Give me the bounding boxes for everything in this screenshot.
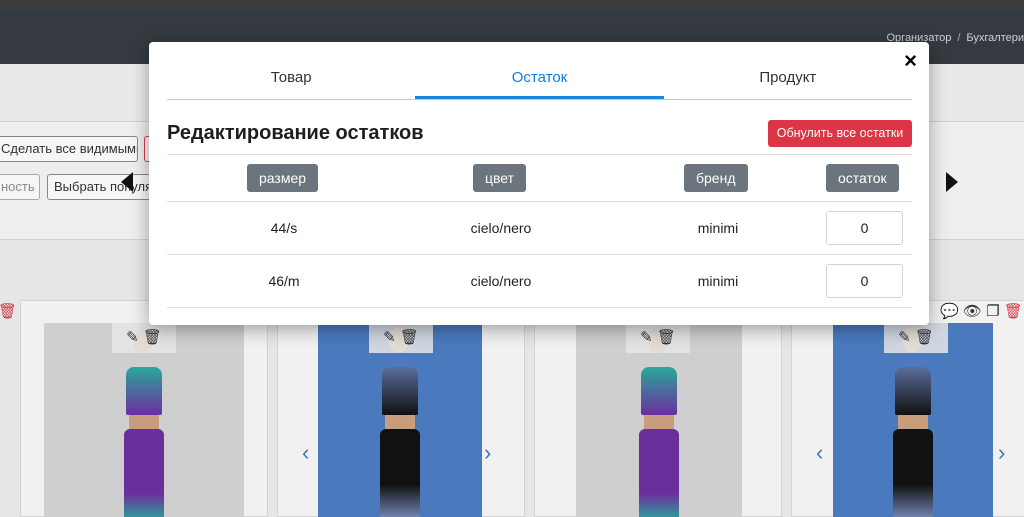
column-header-stock[interactable]: остаток bbox=[826, 164, 899, 192]
table-header: размер цвет бренд остаток bbox=[167, 154, 912, 202]
column-header-color[interactable]: цвет bbox=[473, 164, 527, 192]
stock-quantity-input[interactable] bbox=[826, 264, 903, 298]
page-title: Редактирование остатков bbox=[167, 122, 424, 144]
stock-quantity-input[interactable] bbox=[826, 211, 903, 245]
size-cell: 46/m bbox=[268, 273, 300, 289]
stock-table: размер цвет бренд остаток 44/s cielo/ner… bbox=[167, 154, 912, 308]
table-row: 44/s cielo/nero minimi bbox=[167, 202, 912, 255]
color-cell: cielo/nero bbox=[470, 220, 532, 236]
color-cell: cielo/nero bbox=[470, 273, 532, 289]
modal-tabs: Товар Остаток Продукт bbox=[167, 62, 912, 100]
reset-all-stock-button[interactable]: Обнулить все остатки bbox=[768, 120, 912, 147]
tab-stock[interactable]: Остаток bbox=[415, 62, 664, 99]
tab-product[interactable]: Продукт bbox=[664, 62, 912, 99]
brand-cell: minimi bbox=[697, 220, 739, 236]
table-row: 46/m cielo/nero minimi bbox=[167, 255, 912, 308]
tab-product-item[interactable]: Товар bbox=[167, 62, 415, 99]
column-header-brand[interactable]: бренд bbox=[684, 164, 748, 192]
column-header-size[interactable]: размер bbox=[247, 164, 319, 192]
stock-edit-modal: × Товар Остаток Продукт Редактирование о… bbox=[149, 42, 929, 325]
size-cell: 44/s bbox=[270, 220, 298, 236]
brand-cell: minimi bbox=[697, 273, 739, 289]
